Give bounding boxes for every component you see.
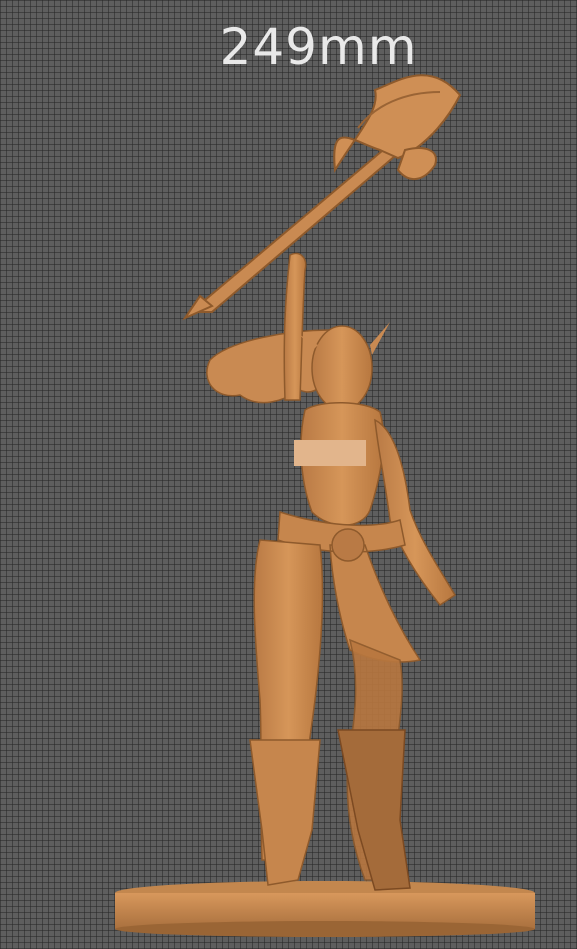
censor-bar — [294, 440, 366, 466]
miniature-model-render — [115, 74, 535, 937]
3d-viewport[interactable]: 249mm — [0, 0, 577, 949]
display-base — [115, 881, 535, 937]
lowered-arm — [374, 418, 457, 607]
battle-axe — [182, 74, 462, 321]
left-boot — [249, 739, 321, 886]
